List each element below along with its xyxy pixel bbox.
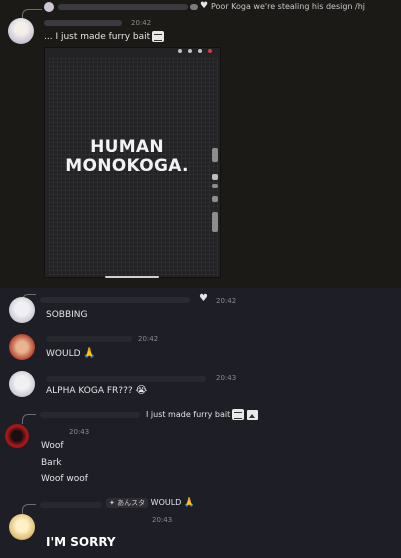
reply-preview-text: WOULD — [150, 498, 182, 507]
pin-icon: ✦ — [109, 499, 115, 507]
reply-author-blur — [190, 4, 198, 10]
reply-preview[interactable]: I just made furry bait — [146, 409, 259, 420]
user-avatar[interactable] — [9, 297, 35, 323]
sticker-icon — [232, 409, 245, 420]
user-avatar[interactable] — [9, 371, 35, 397]
sticker-icon — [152, 31, 165, 42]
reply-author-blur — [40, 297, 190, 303]
chat-section-bottom — [0, 288, 401, 558]
message-text: I'M SORRY — [46, 535, 116, 549]
reply-connector — [22, 414, 36, 424]
image-toolbar — [178, 49, 218, 55]
timestamp: 20:43 — [69, 428, 90, 436]
username-blur — [44, 20, 122, 26]
reply-connector — [22, 9, 42, 19]
message-text: ALPHA KOGA FR??? 😭 — [46, 385, 147, 396]
message-text-content: WOULD — [46, 349, 81, 359]
image-icon — [247, 409, 259, 420]
avatar-small — [44, 2, 54, 12]
message-line: Woof woof — [41, 474, 88, 484]
attached-image[interactable]: HUMAN MONOKOGA. — [44, 47, 221, 278]
timestamp: 20:43 — [152, 516, 173, 524]
reply-author-blur — [40, 502, 102, 508]
image-caption: HUMAN MONOKOGA. — [57, 138, 197, 176]
user-avatar[interactable] — [9, 514, 35, 540]
message-text-content: ... I just made furry bait — [44, 32, 151, 42]
reply-author-blur — [40, 412, 140, 418]
message-text: ... I just made furry bait — [44, 31, 165, 42]
heart-icon: ♥ — [200, 1, 209, 11]
timestamp: 20:42 — [138, 335, 159, 343]
username-blur — [46, 376, 206, 382]
reply-author-blur — [58, 4, 188, 10]
user-avatar[interactable] — [8, 18, 34, 44]
message-text: WOULD 🙏 — [46, 348, 96, 359]
image-caption-line-2: MONOKOGA. — [65, 156, 189, 176]
message-text-content: ALPHA KOGA FR??? — [46, 386, 133, 396]
heart-icon: ♥ — [199, 293, 208, 304]
timestamp: 20:42 — [131, 19, 152, 27]
image-slider — [212, 148, 218, 238]
reply-preview-text[interactable]: Poor Koga we're stealing his design /hj — [211, 2, 365, 11]
message-text: SOBBING — [46, 310, 88, 320]
pray-emoji: 🙏 — [83, 348, 96, 359]
timestamp: 20:43 — [216, 374, 237, 382]
message-line: Bark — [41, 458, 62, 468]
sob-emoji: 😭 — [135, 385, 148, 396]
timestamp: 20:42 — [216, 297, 237, 305]
reply-preview[interactable]: ✦ あんスタ WOULD 🙏 — [106, 498, 195, 508]
user-avatar[interactable] — [9, 334, 35, 360]
reply-preview-text: I just made furry bait — [146, 410, 231, 419]
pray-emoji: 🙏 — [183, 498, 196, 508]
image-caption-line-1: HUMAN — [90, 137, 164, 157]
home-indicator — [105, 276, 159, 278]
username-blur — [46, 336, 132, 342]
message-line: Woof — [41, 441, 64, 451]
reply-author: あんスタ — [117, 499, 146, 507]
user-avatar[interactable] — [5, 424, 29, 448]
reply-author-chip: ✦ あんスタ — [106, 498, 149, 508]
